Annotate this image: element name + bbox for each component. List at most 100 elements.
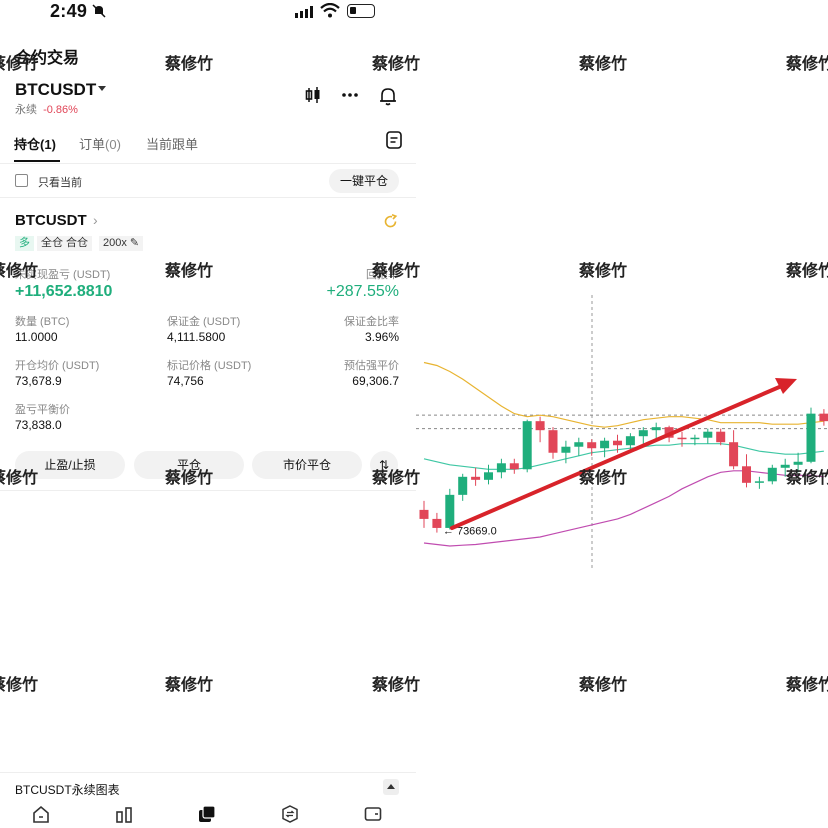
trade-icon[interactable]: [198, 805, 216, 828]
candle-body: [729, 442, 739, 467]
candle-body: [806, 413, 816, 462]
watermark-text: 蔡修竹: [165, 468, 214, 487]
tab-positions[interactable]: 持仓(1): [14, 134, 56, 153]
perp-label: 永续: [15, 104, 37, 116]
perp-info: 永续 -0.86%: [15, 101, 78, 117]
watermark-text: 蔡修竹: [372, 54, 421, 73]
watermark-text: 蔡修竹: [372, 675, 421, 694]
wallet-icon[interactable]: [364, 805, 382, 828]
candle-body: [496, 463, 506, 473]
only-current-label[interactable]: 只看当前: [38, 174, 82, 190]
watermark-text: 蔡修竹: [165, 261, 214, 280]
margin-label: 保证金 (USDT): [167, 316, 241, 328]
entry-price-value: 73,678.9: [15, 374, 62, 388]
entry-price-label: 开仓均价 (USDT): [15, 360, 100, 372]
candle-body: [651, 427, 661, 431]
price-change: -0.86%: [43, 104, 78, 116]
position-symbol[interactable]: BTCUSDT: [15, 212, 87, 229]
candle-body: [716, 431, 726, 443]
candle-body: [767, 467, 777, 482]
candle-body: [638, 430, 648, 437]
positions-panel: 合约交易 BTCUSDT 永续 -0.86% 持仓(1) 订单(0) 当前跟单 …: [0, 0, 416, 828]
watermark-text: 蔡修竹: [786, 675, 828, 694]
mark-price-label: 标记价格 (USDT): [167, 360, 252, 372]
chevron-right-icon[interactable]: ›: [93, 212, 98, 228]
candle-body: [677, 437, 687, 440]
bell-icon[interactable]: [378, 86, 398, 111]
watermark-text: 蔡修竹: [0, 54, 39, 73]
chart-drawer-bar[interactable]: BTCUSDT永续图表: [0, 772, 416, 802]
candle-body: [742, 466, 751, 483]
quantity-value: 11.0000: [15, 330, 58, 344]
candle-body: [471, 476, 481, 480]
candle-body: [548, 430, 558, 453]
exchange-icon[interactable]: [281, 805, 299, 828]
watermark-text: 蔡修竹: [372, 468, 421, 487]
candle-body: [535, 421, 545, 431]
side-tag: 多: [15, 236, 34, 251]
breakeven-value: 73,838.0: [15, 418, 62, 432]
liq-price-label: 预估强平价: [344, 360, 399, 372]
candle-body: [522, 421, 532, 470]
divider: [0, 490, 416, 491]
watermark-text: 蔡修竹: [579, 468, 628, 487]
margin-value: 4,111.5800: [167, 330, 226, 344]
candle-body: [458, 476, 468, 495]
candle-body: [690, 437, 700, 440]
position-tabs: 持仓(1) 订单(0) 当前跟单: [0, 128, 416, 164]
unrealized-pnl-value: +11,652.8810: [15, 283, 113, 300]
watermark-text: 蔡修竹: [786, 54, 828, 73]
margin-ratio-label: 保证金比率: [344, 316, 399, 328]
watermark-text: 蔡修竹: [165, 675, 214, 694]
candle-body: [445, 494, 455, 528]
margin-ratio-value: 3.96%: [364, 330, 399, 344]
watermark-text: 蔡修竹: [786, 468, 828, 487]
more-icon[interactable]: [341, 86, 359, 109]
watermark-text: 蔡修竹: [579, 54, 628, 73]
quantity-label: 数量 (BTC): [15, 316, 70, 328]
markets-icon[interactable]: [115, 805, 133, 828]
share-icon[interactable]: [383, 214, 398, 234]
document-icon[interactable]: [386, 131, 402, 154]
tab-copy-trading[interactable]: 当前跟单: [146, 134, 198, 153]
candle-body: [613, 440, 622, 446]
watermark-text: 蔡修竹: [786, 261, 828, 280]
close-all-button[interactable]: 一键平仓: [329, 169, 399, 193]
edit-icon[interactable]: ✎: [130, 237, 139, 249]
watermark-text: 蔡修竹: [165, 54, 214, 73]
candle-body: [600, 440, 610, 449]
candle-body: [432, 518, 442, 528]
watermark-text: 蔡修竹: [579, 675, 628, 694]
filter-row: 只看当前 一键平仓: [0, 164, 416, 198]
home-icon[interactable]: [32, 805, 50, 828]
candle-body: [574, 442, 584, 447]
liq-price-value: 69,306.7: [352, 374, 399, 388]
candle-body: [509, 463, 519, 470]
chart-drawer-label[interactable]: BTCUSDT永续图表: [15, 781, 120, 798]
breakeven-label: 盈亏平衡价: [15, 404, 70, 416]
candle-body: [703, 431, 713, 438]
roe-value: +287.55%: [326, 283, 399, 300]
tab-orders[interactable]: 订单(0): [79, 134, 121, 153]
expand-up-icon[interactable]: [383, 779, 399, 795]
watermark-text: 蔡修竹: [0, 261, 39, 280]
candle-body: [587, 442, 597, 449]
watermark-text: 蔡修竹: [0, 468, 39, 487]
candle-body: [419, 509, 429, 519]
caret-down-icon[interactable]: [98, 86, 106, 91]
candle-body: [484, 472, 493, 480]
watermark-text: 蔡修竹: [579, 261, 628, 280]
only-current-checkbox[interactable]: [15, 174, 28, 187]
candle-body: [561, 446, 571, 453]
mark-price-value: 74,756: [167, 374, 204, 388]
watermark-text: 蔡修竹: [0, 675, 39, 694]
market-close-button[interactable]: 市价平仓: [252, 451, 362, 479]
margin-mode-tag: 全仓 合仓: [37, 236, 93, 251]
symbol-selector[interactable]: BTCUSDT: [15, 80, 96, 100]
candlestick-icon[interactable]: [304, 86, 322, 109]
candlestick-chart: ← 73669.0: [416, 295, 828, 570]
watermark-text: 蔡修竹: [372, 261, 421, 280]
candle-body: [819, 413, 828, 422]
leverage-tag[interactable]: 200x ✎: [99, 236, 144, 251]
active-tab-indicator: [14, 160, 60, 162]
